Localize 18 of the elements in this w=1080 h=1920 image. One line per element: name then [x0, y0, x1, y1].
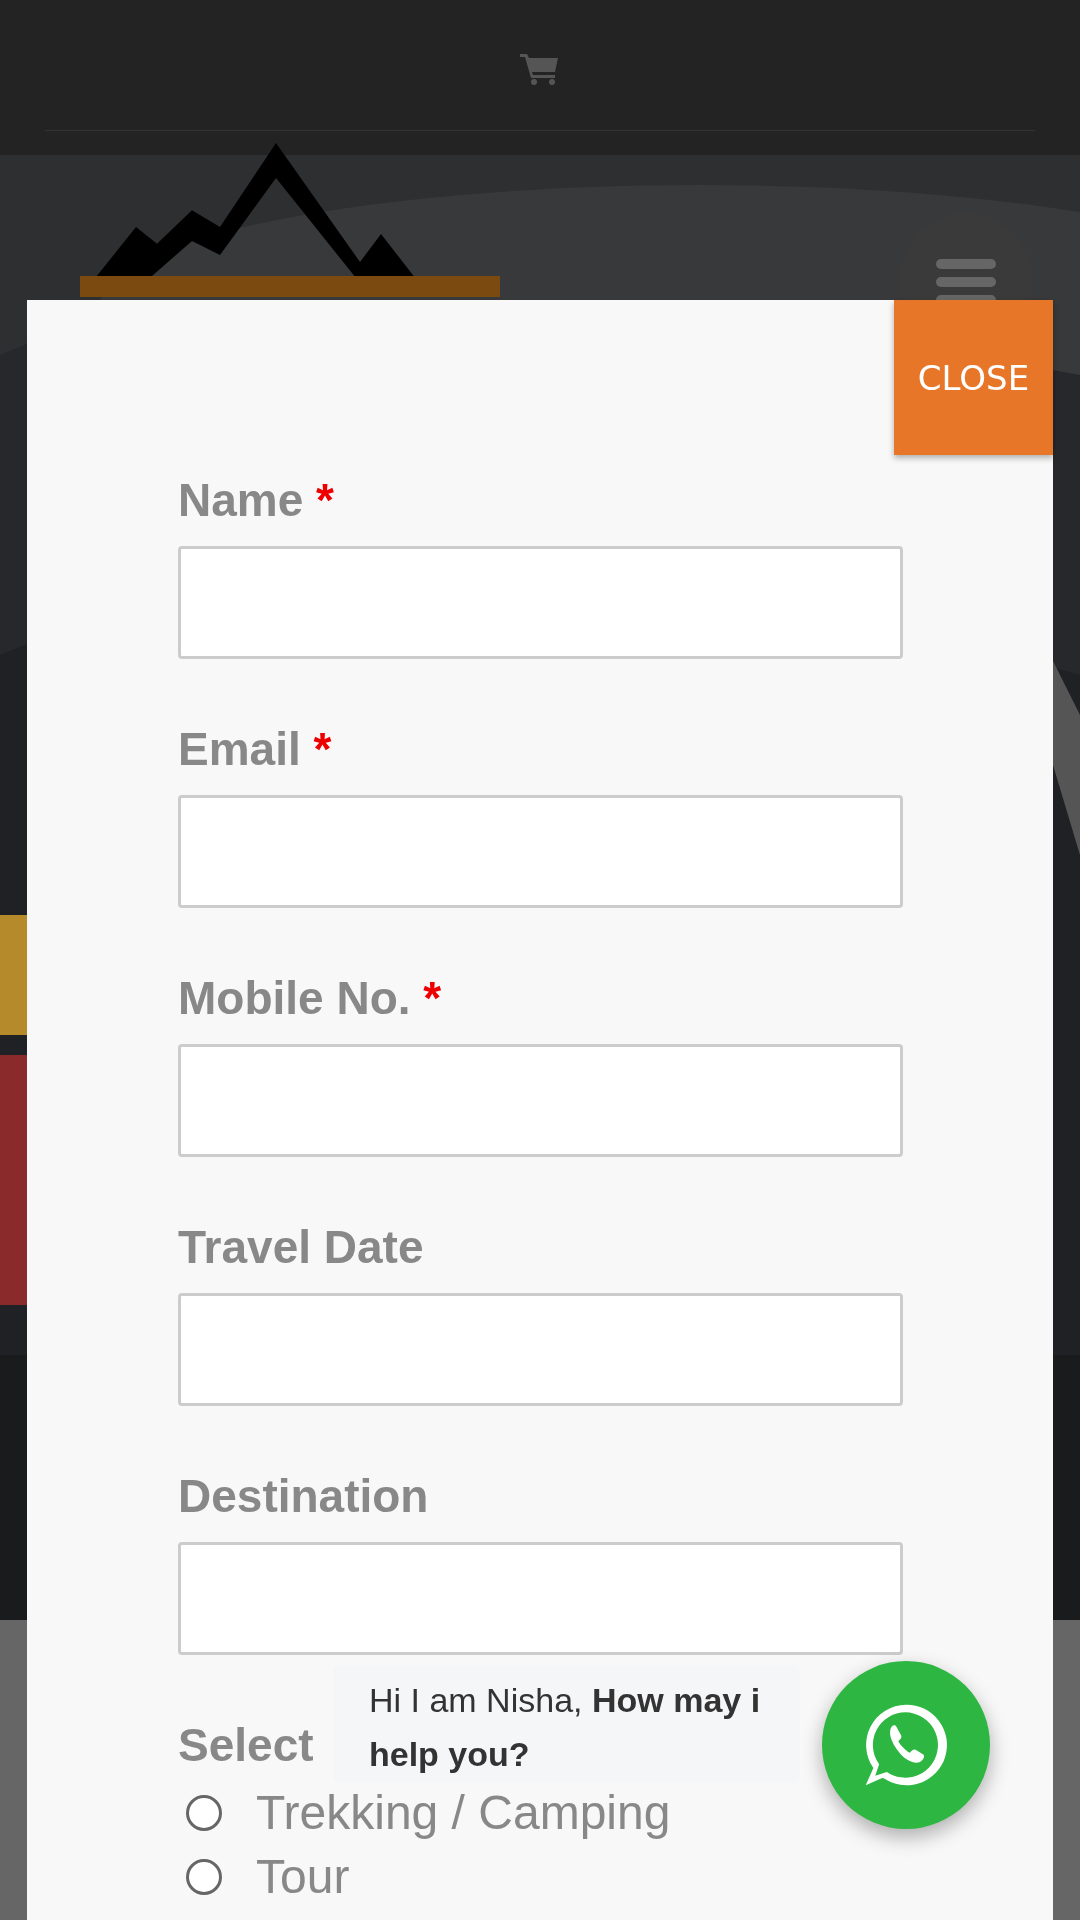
input-field[interactable]	[178, 795, 903, 908]
input-field[interactable]	[178, 1044, 903, 1157]
input-field[interactable]	[178, 1293, 903, 1406]
field-label: Destination	[178, 1469, 429, 1524]
cart-icon[interactable]	[520, 52, 560, 86]
input-field[interactable]	[178, 546, 903, 659]
option-label[interactable]: Trekking / Camping	[256, 1785, 671, 1841]
field-label: Name *	[178, 473, 334, 528]
field-label: Select	[178, 1718, 314, 1773]
field-label: Mobile No. *	[178, 971, 442, 1026]
radio-button[interactable]	[186, 1859, 222, 1895]
close-button[interactable]: CLOSE	[894, 300, 1053, 455]
radio-button[interactable]	[186, 1795, 222, 1831]
input-field[interactable]	[178, 1542, 903, 1655]
field-label: Email *	[178, 722, 332, 777]
chat-message: Hi I am Nisha, How may i help you?	[369, 1680, 762, 1775]
field-label: Travel Date	[178, 1220, 424, 1275]
option-label[interactable]: Tour	[256, 1849, 350, 1905]
